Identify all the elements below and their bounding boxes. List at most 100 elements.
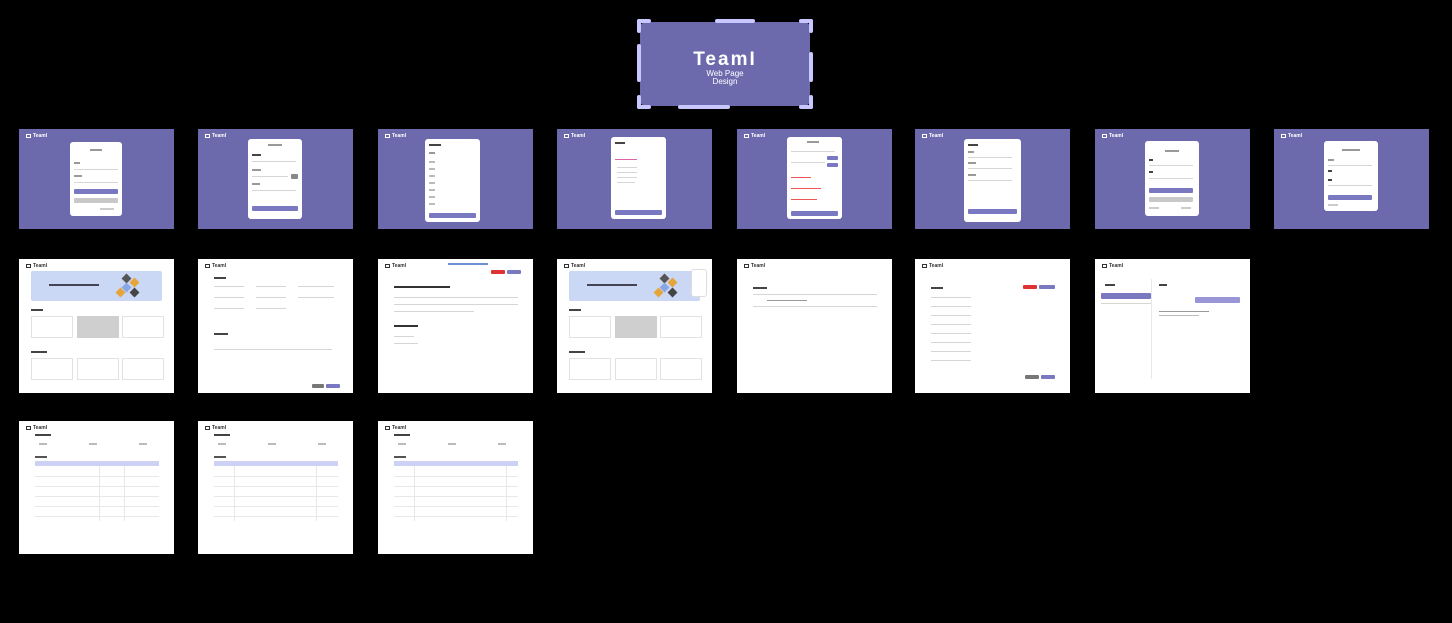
post-card[interactable] (569, 316, 611, 338)
page-thumbnail-chat[interactable]: TeamI (1095, 259, 1250, 393)
input-field[interactable] (1328, 165, 1372, 166)
edit-button[interactable] (1039, 285, 1055, 289)
page-thumbnail-main[interactable]: TeamI (19, 259, 174, 393)
page-thumbnail-find-account[interactable]: TeamI (1095, 129, 1250, 229)
table-row[interactable] (214, 506, 338, 507)
page-thumbnail-recruit-list[interactable]: TeamI (198, 421, 353, 554)
post-card[interactable] (77, 358, 119, 380)
save-button[interactable] (1041, 375, 1055, 379)
edit-button[interactable] (507, 270, 521, 274)
table-row[interactable] (35, 506, 159, 507)
option[interactable] (429, 161, 435, 163)
post-card[interactable] (569, 358, 611, 380)
input-field[interactable] (214, 286, 244, 287)
table-row[interactable] (35, 486, 159, 487)
input-field[interactable] (968, 180, 1012, 181)
option[interactable] (429, 203, 435, 205)
page-thumbnail-edit-info[interactable]: TeamI (915, 129, 1070, 229)
post-card[interactable] (122, 316, 164, 338)
checkbox-line[interactable] (615, 159, 637, 160)
input-field[interactable] (252, 176, 288, 177)
submit-button[interactable] (1328, 195, 1372, 200)
page-thumbnail-my-info[interactable]: TeamI (915, 259, 1070, 393)
chat-room-item-active[interactable] (1101, 293, 1151, 299)
input-field[interactable] (791, 162, 825, 163)
cancel-button[interactable] (1025, 375, 1039, 379)
page-thumbnail-post-detail[interactable]: TeamI (378, 259, 533, 393)
delete-button[interactable] (491, 270, 505, 274)
input-field[interactable] (1149, 178, 1193, 179)
input-field[interactable] (256, 286, 286, 287)
input-field[interactable] (74, 169, 118, 170)
tab[interactable] (398, 443, 406, 445)
input-field[interactable] (214, 308, 244, 309)
table-row[interactable] (35, 496, 159, 497)
table-row[interactable] (35, 476, 159, 477)
input-field[interactable] (968, 168, 1012, 169)
input-field[interactable] (214, 297, 244, 298)
page-thumbnail-signup[interactable]: TeamI (198, 129, 353, 229)
page-thumbnail-team-list[interactable]: TeamI (378, 421, 533, 554)
tab[interactable] (89, 443, 97, 445)
submit-button[interactable] (252, 206, 298, 211)
input-field[interactable] (968, 157, 1012, 158)
page-thumbnail-main-menu[interactable]: TeamI (557, 259, 712, 393)
tab[interactable] (448, 443, 456, 445)
input-field[interactable] (252, 161, 296, 162)
input-field[interactable] (791, 151, 835, 152)
send-button[interactable] (827, 156, 838, 160)
notification-item[interactable] (767, 300, 807, 301)
check-button[interactable] (291, 174, 298, 179)
table-row[interactable] (214, 476, 338, 477)
page-thumbnail-profile-setup[interactable]: TeamI (378, 129, 533, 229)
post-card[interactable] (31, 316, 73, 338)
tab[interactable] (218, 443, 226, 445)
post-card[interactable] (122, 358, 164, 380)
table-row[interactable] (394, 506, 518, 507)
secondary-button[interactable] (74, 198, 118, 203)
post-card-image[interactable] (615, 316, 657, 338)
input-field[interactable] (298, 286, 334, 287)
table-row[interactable] (214, 486, 338, 487)
table-row[interactable] (394, 486, 518, 487)
option[interactable] (429, 182, 435, 184)
input-field[interactable] (256, 297, 286, 298)
input-field[interactable] (256, 308, 286, 309)
page-thumbnail-write[interactable]: TeamI (198, 259, 353, 393)
page-thumbnail-verification[interactable]: TeamI (737, 129, 892, 229)
tab[interactable] (139, 443, 147, 445)
input-field[interactable] (298, 297, 334, 298)
submit-button[interactable] (326, 384, 340, 388)
option[interactable] (429, 196, 435, 198)
page-thumbnail-login[interactable]: TeamI (19, 129, 174, 229)
input-field[interactable] (252, 190, 296, 191)
link[interactable] (1328, 204, 1338, 206)
tab[interactable] (268, 443, 276, 445)
input-field[interactable] (1149, 165, 1193, 166)
table-row[interactable] (214, 516, 338, 517)
submit-button[interactable] (429, 213, 476, 218)
secondary-button[interactable] (1149, 197, 1193, 202)
primary-button[interactable] (1149, 188, 1193, 193)
page-thumbnail-reset-password[interactable]: TeamI (1274, 129, 1429, 229)
post-card[interactable] (660, 358, 702, 380)
table-row[interactable] (35, 516, 159, 517)
dropdown-menu[interactable] (691, 269, 707, 297)
page-thumbnail-terms[interactable]: TeamI (557, 129, 712, 229)
tab[interactable] (39, 443, 47, 445)
input-field[interactable] (74, 182, 118, 183)
tab[interactable] (498, 443, 506, 445)
table-row[interactable] (394, 496, 518, 497)
post-card[interactable] (31, 358, 73, 380)
tab[interactable] (318, 443, 326, 445)
page-thumbnail-apply-list[interactable]: TeamI (19, 421, 174, 554)
chat-room-item[interactable] (1101, 303, 1151, 304)
submit-button[interactable] (615, 210, 662, 215)
option[interactable] (429, 189, 435, 191)
post-card-image[interactable] (77, 316, 119, 338)
link[interactable] (100, 208, 114, 210)
link[interactable] (1149, 207, 1159, 209)
text-area[interactable] (214, 349, 332, 350)
table-row[interactable] (394, 516, 518, 517)
submit-button[interactable] (791, 211, 838, 216)
